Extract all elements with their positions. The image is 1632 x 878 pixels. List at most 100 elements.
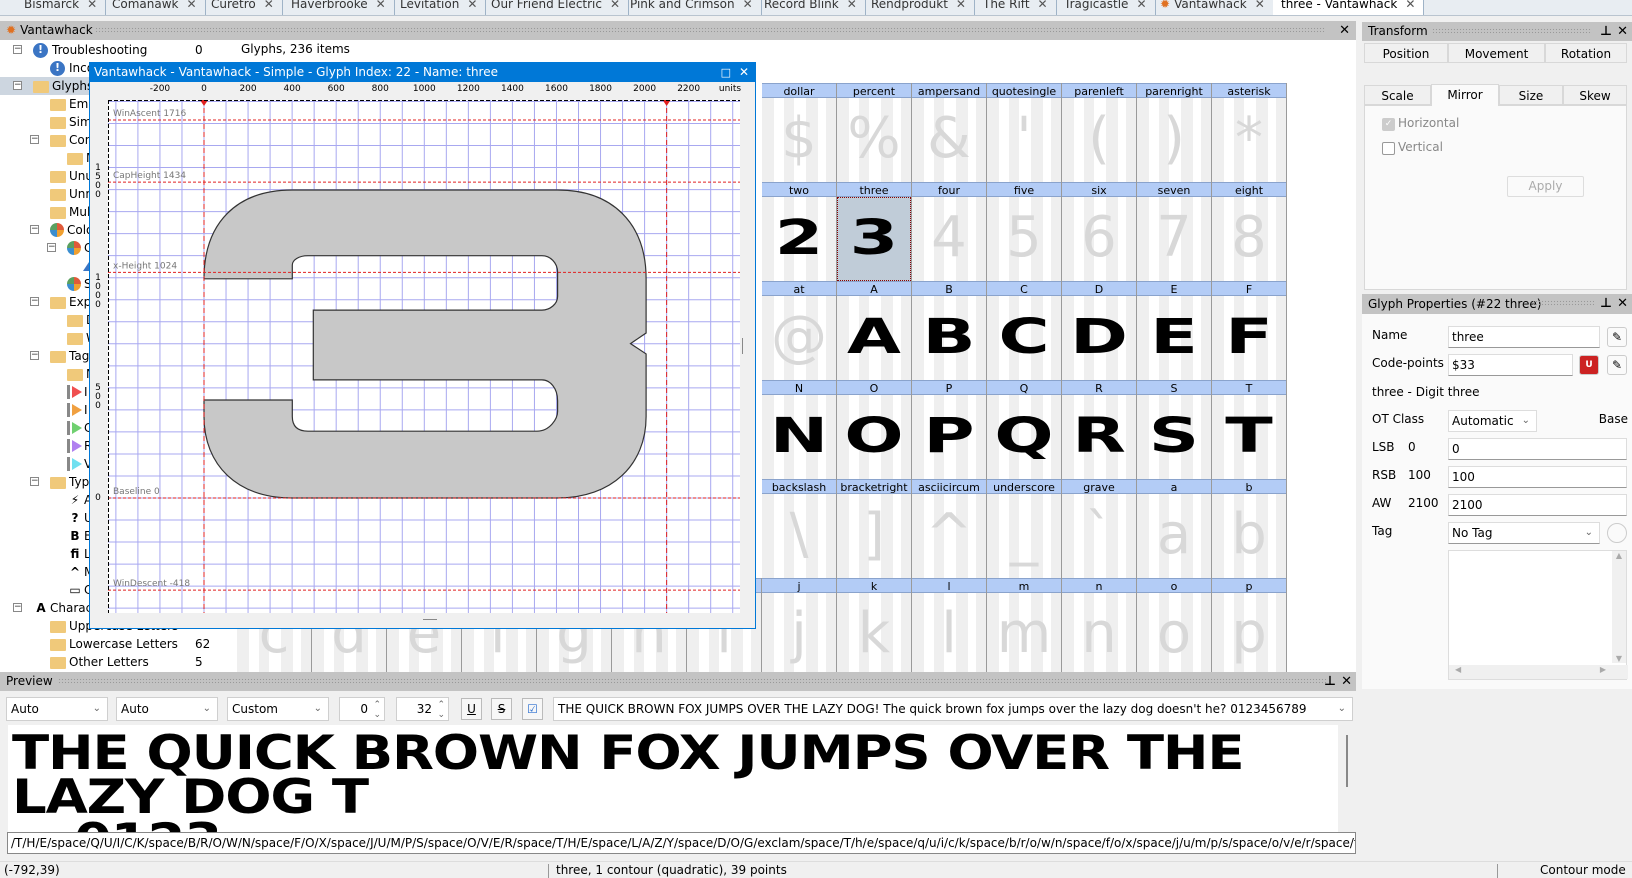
glyph-cell[interactable]: dollar $ <box>762 83 837 182</box>
tab-bismarck[interactable]: Bismarck ✕ <box>16 0 107 15</box>
tab-rotation[interactable]: Rotation <box>1545 43 1627 63</box>
glyph-cell[interactable]: bb <box>1212 479 1287 578</box>
vertical-scrollbar[interactable]: ▲ ▼ <box>1612 551 1626 663</box>
collapse-icon[interactable]: − <box>30 135 39 144</box>
glyph-cell[interactable]: DD <box>1062 281 1137 380</box>
preview-text-combo[interactable]: THE QUICK BROWN FOX JUMPS OVER THE LAZY … <box>553 697 1353 721</box>
glyph-cell[interactable]: BB <box>912 281 987 380</box>
tree-item[interactable]: −! Troubleshooting 0 <box>0 41 227 59</box>
glyph-cell[interactable]: kk <box>837 578 912 672</box>
glyph-cell[interactable]: six 6 <box>1062 182 1137 281</box>
close-tab-icon[interactable]: ✕ <box>187 0 197 11</box>
name-input[interactable]: three <box>1448 326 1600 348</box>
tree-item[interactable]: Other Letters 5 <box>0 653 227 671</box>
splitter-grip[interactable] <box>742 338 743 354</box>
glyph-cell[interactable]: quotesingle ' <box>987 83 1062 182</box>
tab-comanawk[interactable]: Comanawk ✕ <box>104 0 206 15</box>
tab-levitation[interactable]: Levitation ✕ <box>392 0 487 15</box>
glyph-cell[interactable]: FF <box>1212 281 1287 380</box>
tab-rendprodukt[interactable]: Rendprodukt ✕ <box>863 0 975 15</box>
tab-pink-and-crimson[interactable]: Pink and Crimson ✕ <box>622 0 762 15</box>
tag-color-icon[interactable] <box>1607 523 1627 543</box>
glyph-cell[interactable]: seven 7 <box>1137 182 1212 281</box>
collapse-icon[interactable]: − <box>30 225 39 234</box>
close-tab-icon[interactable]: ✕ <box>743 0 753 11</box>
tag-list[interactable]: ▲ ▼ ◀ ▶ <box>1448 550 1628 680</box>
tab-mirror[interactable]: Mirror <box>1431 84 1499 106</box>
checkbox-toggle-button[interactable]: ☑ <box>522 698 543 720</box>
pin-icon[interactable]: ⊥ <box>1600 22 1612 41</box>
codepoints-input[interactable]: $33 <box>1448 354 1573 376</box>
collapse-icon[interactable]: − <box>30 477 39 486</box>
close-tab-icon[interactable]: ✕ <box>87 0 97 11</box>
rsb-input[interactable]: 100 <box>1448 466 1627 488</box>
close-tab-icon[interactable]: ✕ <box>1255 0 1265 11</box>
glyph-cell[interactable]: asciicircum ^ <box>912 479 987 578</box>
strikethrough-button[interactable]: S <box>491 698 512 720</box>
collapse-icon[interactable]: − <box>13 81 22 90</box>
close-tab-icon[interactable]: ✕ <box>1405 0 1415 11</box>
glyph-cell[interactable]: grave ` <box>1062 479 1137 578</box>
preview-scrollbar[interactable] <box>1346 735 1348 787</box>
glyph-cell[interactable]: TT <box>1212 380 1287 479</box>
glyph-cell[interactable]: percent% <box>837 83 912 182</box>
glyph-cell[interactable]: backslash \ <box>762 479 837 578</box>
close-icon[interactable]: ✕ <box>1617 22 1628 41</box>
glyph-cell[interactable]: AA <box>837 281 912 380</box>
glyph-cell[interactable]: four 4 <box>912 182 987 281</box>
tab-vantawhack[interactable]: ✹ Vantawhack ✕ <box>1152 0 1274 15</box>
glyph-cell[interactable]: oo <box>1137 578 1212 672</box>
tab-three-vantawhack[interactable]: three - Vantawhack ✕ <box>1273 0 1425 15</box>
glyph-cell[interactable]: CC <box>987 281 1062 380</box>
close-tab-icon[interactable]: ✕ <box>847 0 857 11</box>
glyph-cell[interactable]: RR <box>1062 380 1137 479</box>
close-tab-icon[interactable]: ✕ <box>264 0 274 11</box>
glyph-cell[interactable]: NN <box>762 380 837 479</box>
glyph-cell[interactable]: five 5 <box>987 182 1062 281</box>
glyph-cell[interactable]: eight 8 <box>1212 182 1287 281</box>
glyph-canvas[interactable]: WinAscent 1716 CapHeight 1434 x-Height 102… <box>108 100 740 613</box>
close-tab-icon[interactable]: ✕ <box>1038 0 1048 11</box>
language-select[interactable]: Auto ⌄ <box>116 697 218 721</box>
glyph-cell[interactable]: mm <box>987 578 1062 672</box>
glyph-cell[interactable]: ampersand & <box>912 83 987 182</box>
vertical-checkbox[interactable] <box>1382 142 1395 155</box>
close-icon[interactable]: ✕ <box>1339 21 1350 40</box>
spacing-spinner[interactable]: 0 ⌃ ⌄ <box>339 697 385 721</box>
collapse-icon[interactable]: − <box>30 297 39 306</box>
tab-our-friend-electric[interactable]: Our Friend Electric ✕ <box>483 0 630 15</box>
glyph-cell[interactable]: parenright) <box>1137 83 1212 182</box>
pin-icon[interactable]: ⊥ <box>1324 672 1336 691</box>
tab-tragicastle[interactable]: Tragicastle ✕ <box>1056 0 1156 15</box>
close-tab-icon[interactable]: ✕ <box>610 0 620 11</box>
tab-curetro[interactable]: Curetro ✕ <box>203 0 283 15</box>
spinner-arrows-icon[interactable]: ⌃ ⌄ <box>437 700 445 720</box>
glyph-cell[interactable]: SS <box>1137 380 1212 479</box>
pin-icon[interactable]: ⊥ <box>1600 294 1612 314</box>
glyph-cell[interactable]: bracketright] <box>837 479 912 578</box>
glyph-names-input[interactable]: /T/H/E/space/Q/U/I/C/K/space/B/R/O/W/N/s… <box>7 832 1356 854</box>
glyph-cell[interactable]: aa <box>1137 479 1212 578</box>
size-spinner[interactable]: 32 ⌃ ⌄ <box>396 697 449 721</box>
collapse-icon[interactable]: − <box>47 243 56 252</box>
glyph-window-titlebar[interactable]: Vantawhack - Vantawhack - Simple - Glyph… <box>90 63 755 82</box>
magic-wand-icon[interactable]: ✎ <box>1607 355 1627 375</box>
glyph-cell[interactable]: jj <box>762 578 837 672</box>
tab-the-rift[interactable]: The Rift ✕ <box>975 0 1057 15</box>
close-icon[interactable]: ✕ <box>1341 672 1352 691</box>
features-select[interactable]: Custom ⌄ <box>227 697 329 721</box>
glyph-cell[interactable]: EE <box>1137 281 1212 380</box>
close-icon[interactable]: ✕ <box>1617 294 1628 314</box>
otclass-select[interactable]: Automatic ⌄ <box>1448 410 1537 432</box>
maximize-icon[interactable]: □ <box>721 63 731 82</box>
close-tab-icon[interactable]: ✕ <box>1136 0 1146 11</box>
tab-haverbrooke[interactable]: Haverbrooke ✕ <box>283 0 395 15</box>
tag-select[interactable]: No Tag ⌄ <box>1448 522 1600 544</box>
underline-button[interactable]: U <box>461 698 482 720</box>
glyph-cell[interactable]: OO <box>837 380 912 479</box>
close-tab-icon[interactable]: ✕ <box>376 0 386 11</box>
resize-grip[interactable] <box>423 619 437 620</box>
glyph-cell[interactable]: nn <box>1062 578 1137 672</box>
glyph-cell[interactable]: pp <box>1212 578 1287 672</box>
spinner-arrows-icon[interactable]: ⌃ ⌄ <box>373 700 381 720</box>
